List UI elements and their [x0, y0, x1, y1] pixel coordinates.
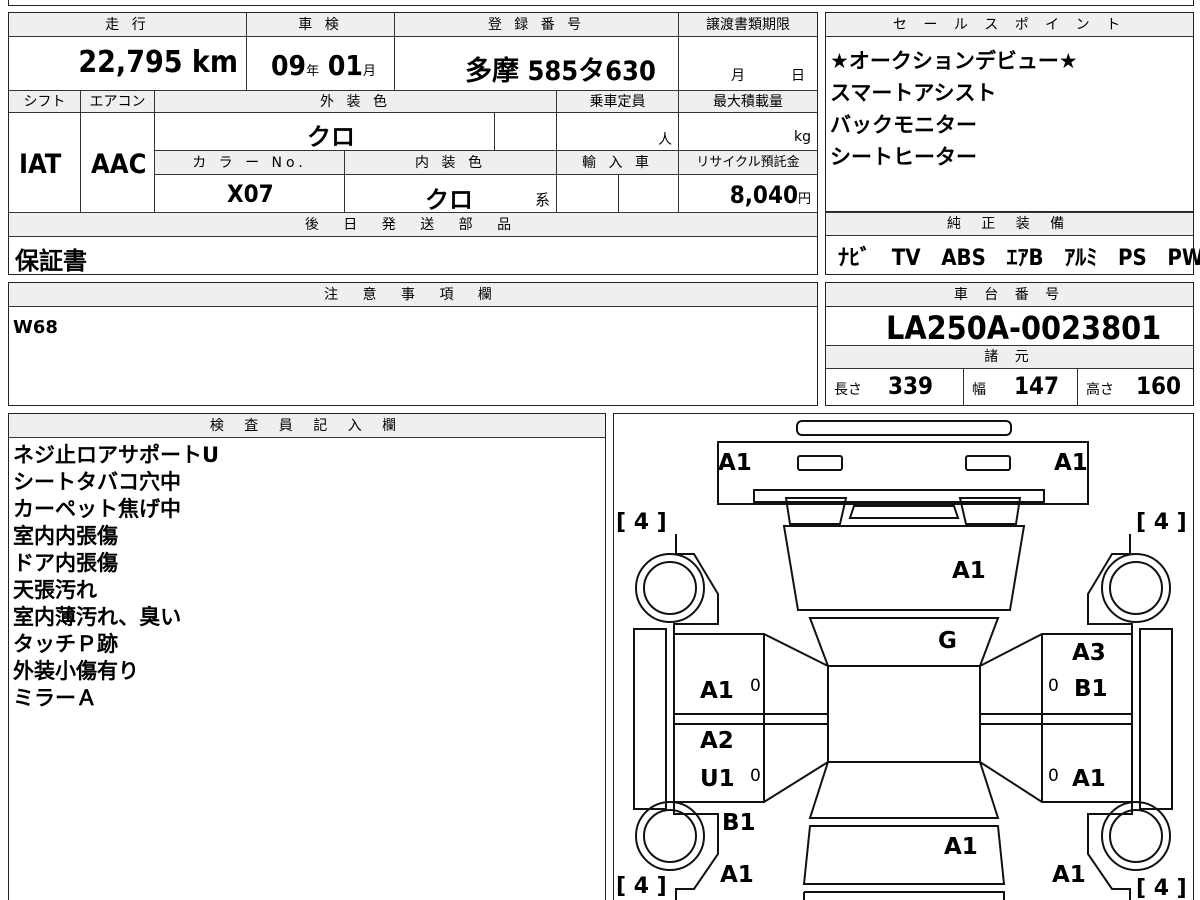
registration-value: 多摩 585タ630 [465, 56, 656, 87]
month-unit: 月 [362, 64, 376, 79]
caution-header: 注 意 事 項 欄 [9, 283, 817, 307]
sales-points-panel: セ ー ル ス ポ イ ン ト ★オークションデビュー★ スマートアシスト バッ… [825, 12, 1194, 212]
interior-suffix: 系 [534, 191, 550, 209]
inspector-header: 検 査 員 記 入 欄 [9, 414, 605, 438]
registration-header: 登 録 番 号 [395, 13, 679, 37]
recycle-header: リサイクル預託金 [679, 151, 817, 175]
tire-front-right: [ 4 ] [1136, 510, 1187, 535]
inspection-header: 車 検 [247, 13, 395, 37]
bonnet-damage: A1 [952, 558, 986, 584]
capacity-header: 乗車定員 [557, 91, 679, 113]
inspector-note: 天張汚れ [13, 578, 97, 602]
transfer-deadline-header: 譲渡書類期限 [679, 13, 817, 37]
width-label: 幅 [972, 382, 986, 398]
exterior-color-header: 外 装 色 [155, 91, 557, 113]
equip-ps: PS [1117, 246, 1147, 271]
equip-abs: ABS [941, 246, 986, 271]
left-marker-2: 0 [750, 766, 761, 786]
left-front-door-damage: A1 [700, 678, 734, 704]
equip-alloy: ｱﾙﾐ [1064, 246, 1098, 271]
inspector-note: ネジ止ロアサポートU [13, 443, 220, 467]
equip-navi: ﾅﾋﾞ [838, 246, 872, 271]
shift-value: IAT [19, 149, 62, 180]
equip-tv: TV [891, 246, 921, 271]
top-strip [8, 0, 1194, 6]
sales-points-header: セ ー ル ス ポ イ ン ト [826, 13, 1193, 37]
right-front-damage-b: B1 [1074, 676, 1108, 702]
height-value: 160 [1136, 372, 1182, 400]
chassis-number: LA250A-0023801 [886, 309, 1162, 347]
interior-color-header: 内 装 色 [345, 151, 557, 175]
exterior-color-value: クロ [307, 123, 355, 151]
year-unit: 年 [306, 64, 320, 79]
import-header: 輸 入 車 [557, 151, 679, 175]
caution-panel: 注 意 事 項 欄 W68 [8, 282, 818, 406]
inspector-note: シートタバコ穴中 [13, 470, 181, 494]
recycle-unit: 円 [797, 192, 811, 207]
inspector-note: 室内内張傷 [13, 524, 118, 548]
vehicle-info-table: 走 行 車 検 登 録 番 号 譲渡書類期限 22,795 km 09年 01月… [8, 12, 818, 275]
color-no-value: X07 [227, 180, 274, 208]
specs-header: 諸 元 [826, 345, 1193, 369]
chassis-panel: 車 台 番 号 LA250A-0023801 諸 元 長さ 339 幅 147 … [825, 282, 1194, 406]
rear-left-damage: A1 [720, 862, 754, 888]
inspector-note: ドア内張傷 [13, 551, 118, 575]
right-front-damage-a: A3 [1072, 640, 1106, 666]
equip-airbag: ｴｱB [1006, 246, 1044, 271]
inspector-note: 室内薄汚れ、臭い [13, 605, 182, 629]
load-unit: kg [794, 129, 811, 145]
tire-rear-left: [ 4 ] [616, 874, 667, 899]
later-parts-value: 保証書 [15, 247, 87, 275]
left-rear-damage-a: A2 [700, 728, 734, 754]
chassis-header: 車 台 番 号 [826, 283, 1193, 307]
left-quarter-damage: B1 [722, 810, 756, 836]
recycle-value: 8,040 [729, 181, 798, 209]
color-no-header: カ ラ ー No. [155, 151, 345, 175]
mileage-value: 22,795 [78, 45, 183, 80]
genuine-equipment-panel: 純 正 装 備 ﾅﾋﾞ TV ABS ｴｱB ｱﾙﾐ PS PW [825, 212, 1200, 275]
equip-pw: PW [1167, 246, 1200, 271]
later-parts-header: 後 日 発 送 部 品 [9, 213, 817, 237]
car-diagram-panel: A1 A1 [ 4 ] [ 4 ] [ 4 ] [ 4 ] A1 G A3 B1… [613, 413, 1194, 900]
aircon-value: AAC [91, 149, 147, 180]
windshield-damage: G [938, 628, 957, 654]
sales-point-item: スマートアシスト [830, 81, 997, 105]
deadline-month-unit: 月 [731, 68, 745, 84]
sales-point-item: シートヒーター [830, 145, 977, 169]
front-left-damage: A1 [718, 450, 752, 476]
tire-rear-right: [ 4 ] [1136, 876, 1187, 900]
inspection-year: 09 [271, 49, 307, 82]
deadline-day-unit: 日 [791, 68, 805, 84]
left-rear-damage-u: U1 [700, 766, 735, 792]
aircon-header: エアコン [81, 91, 155, 113]
right-marker-2: 0 [1048, 766, 1059, 786]
right-rear-damage: A1 [1072, 766, 1106, 792]
inspector-note: カーペット焦げ中 [13, 497, 181, 521]
shift-header: シフト [9, 91, 81, 113]
roof-rear-damage: A1 [944, 834, 978, 860]
capacity-unit: 人 [658, 132, 672, 148]
length-value: 339 [888, 372, 934, 400]
rear-right-damage: A1 [1052, 862, 1086, 888]
inspector-note: ミラーＡ [13, 686, 97, 710]
mileage-unit: km [191, 45, 238, 80]
interior-color-value: クロ [425, 186, 473, 214]
inspector-note: タッチＰ跡 [13, 632, 118, 656]
sales-point-item: バックモニター [830, 113, 977, 137]
caution-value: W68 [13, 317, 58, 338]
height-label: 高さ [1086, 382, 1114, 398]
tire-front-left: [ 4 ] [616, 510, 667, 535]
sales-point-item: ★オークションデビュー★ [830, 49, 1078, 73]
left-marker-1: 0 [750, 676, 761, 696]
width-value: 147 [1014, 372, 1060, 400]
front-right-damage: A1 [1054, 450, 1088, 476]
right-marker-1: 0 [1048, 676, 1059, 696]
mileage-header: 走 行 [9, 13, 247, 37]
inspection-month: 01 [327, 49, 363, 82]
genuine-equipment-header: 純 正 装 備 [826, 212, 1193, 236]
inspector-note: 外装小傷有り [13, 659, 139, 683]
max-load-header: 最大積載量 [679, 91, 817, 113]
inspector-panel: 検 査 員 記 入 欄 ネジ止ロアサポートU シートタバコ穴中 カーペット焦げ中… [8, 413, 606, 900]
length-label: 長さ [834, 382, 862, 398]
